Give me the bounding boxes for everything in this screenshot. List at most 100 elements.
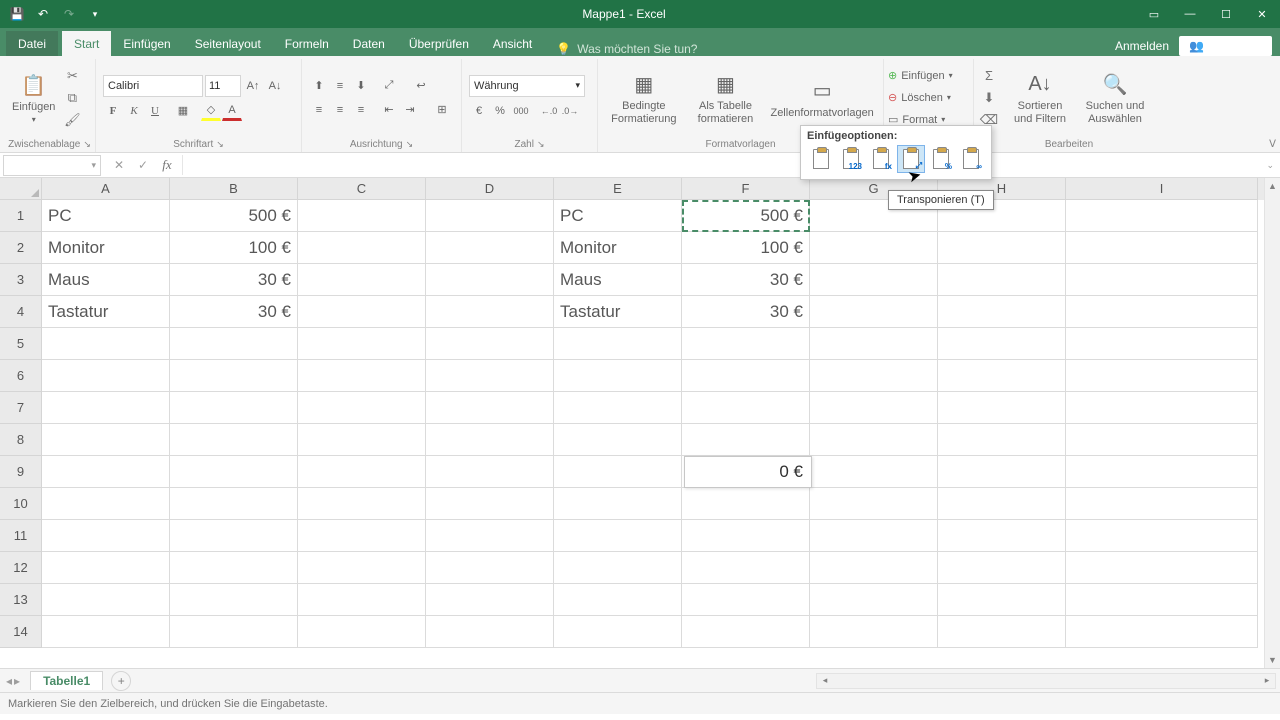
cell[interactable]: Monitor [554,232,682,264]
cell[interactable] [170,456,298,488]
paste-formulas-button[interactable]: fx [867,145,895,173]
cell[interactable] [938,424,1066,456]
cell[interactable] [810,424,938,456]
cell[interactable] [1066,328,1258,360]
sheet-tab[interactable]: Tabelle1 [30,671,103,690]
cell[interactable] [554,424,682,456]
font-size-input[interactable] [205,75,241,97]
cell[interactable] [42,360,170,392]
cell[interactable] [682,616,810,648]
cell[interactable]: Monitor [42,232,170,264]
cell[interactable] [42,520,170,552]
cell[interactable] [1066,616,1258,648]
font-color-icon[interactable]: A [222,101,242,121]
cell-styles-button[interactable]: ▭ Zellenformatvorlagen [767,75,877,121]
cell[interactable] [170,488,298,520]
cell[interactable] [938,264,1066,296]
format-as-table-button[interactable]: ▦ Als Tabelle formatieren [689,68,761,126]
col-header[interactable]: B [170,178,298,200]
cell[interactable]: Tastatur [554,296,682,328]
cell[interactable] [554,520,682,552]
cell[interactable] [298,584,426,616]
cell[interactable] [426,584,554,616]
insert-cells-button[interactable]: ⊕Einfügen▾ [888,66,969,86]
cell[interactable] [170,520,298,552]
merge-icon[interactable]: ⊞ [432,100,452,120]
cell[interactable] [426,552,554,584]
col-header[interactable]: C [298,178,426,200]
vertical-scrollbar[interactable]: ▲ ▼ [1264,178,1280,668]
cell[interactable]: 100 € [170,232,298,264]
increase-font-icon[interactable]: A↑ [243,76,263,96]
cell[interactable] [1066,520,1258,552]
cell[interactable] [810,584,938,616]
cell[interactable] [42,424,170,456]
cell[interactable] [298,200,426,232]
cell[interactable] [810,552,938,584]
cell[interactable]: 30 € [682,296,810,328]
delete-cells-button[interactable]: ⊖Löschen▾ [888,88,969,108]
fx-icon[interactable]: fx [156,155,178,175]
italic-button[interactable]: K [124,101,144,121]
dialog-launcher-icon[interactable]: ↘ [537,139,545,150]
cell[interactable] [810,360,938,392]
cell[interactable] [938,232,1066,264]
row-header[interactable]: 6 [0,360,42,392]
cell[interactable] [682,328,810,360]
cell[interactable] [938,616,1066,648]
cell[interactable] [170,552,298,584]
cell[interactable] [1066,552,1258,584]
col-header[interactable]: A [42,178,170,200]
ribbon-display-icon[interactable]: ▭ [1136,0,1172,28]
increase-indent-icon[interactable]: ⇥ [400,100,420,120]
signin-link[interactable]: Anmelden [1115,39,1169,53]
spreadsheet-grid[interactable]: A B C D E F G H I 1234567891011121314 PC… [0,178,1280,668]
number-format-select[interactable]: Währung▾ [469,75,585,97]
comma-icon[interactable]: 000 [511,101,531,121]
row-header[interactable]: 3 [0,264,42,296]
cell[interactable] [810,520,938,552]
cell[interactable] [938,552,1066,584]
cell[interactable] [1066,232,1258,264]
cell[interactable] [170,584,298,616]
cell[interactable] [938,488,1066,520]
cell[interactable] [42,552,170,584]
cell[interactable]: 30 € [682,264,810,296]
row-header[interactable]: 2 [0,232,42,264]
cell[interactable] [810,392,938,424]
scroll-up-icon[interactable]: ▲ [1265,178,1280,194]
cell[interactable] [1066,456,1258,488]
cell[interactable] [554,360,682,392]
cell[interactable] [682,392,810,424]
dialog-launcher-icon[interactable]: ↘ [83,139,91,150]
underline-button[interactable]: U [145,101,165,121]
wrap-text-icon[interactable]: ↩ [411,76,431,96]
minimize-icon[interactable]: — [1172,0,1208,28]
orientation-icon[interactable]: ⤢ [379,76,399,96]
cell[interactable] [426,296,554,328]
maximize-icon[interactable]: ☐ [1208,0,1244,28]
cell[interactable] [938,584,1066,616]
tab-home[interactable]: Start [62,31,111,56]
increase-decimal-icon[interactable]: ←.0 [539,101,559,121]
cell[interactable] [810,328,938,360]
cell[interactable] [682,360,810,392]
cell[interactable]: PC [554,200,682,232]
cell[interactable] [170,360,298,392]
col-header[interactable]: D [426,178,554,200]
cell[interactable] [426,264,554,296]
cell[interactable] [426,424,554,456]
cell[interactable] [298,392,426,424]
paste-link-button[interactable]: ∞ [957,145,985,173]
undo-icon[interactable]: ↶ [32,3,54,25]
conditional-formatting-button[interactable]: ▦ Bedingte Formatierung [604,68,684,126]
cell[interactable] [554,456,682,488]
sort-filter-button[interactable]: A↓ Sortieren und Filtern [1006,68,1074,126]
cell[interactable] [682,488,810,520]
cell[interactable] [426,360,554,392]
align-bottom-icon[interactable]: ⬇ [351,76,371,96]
cell[interactable] [1066,296,1258,328]
cell[interactable] [1066,360,1258,392]
paste-button[interactable]: 📋 Einfügen ▾ [8,69,59,126]
cell[interactable] [426,488,554,520]
